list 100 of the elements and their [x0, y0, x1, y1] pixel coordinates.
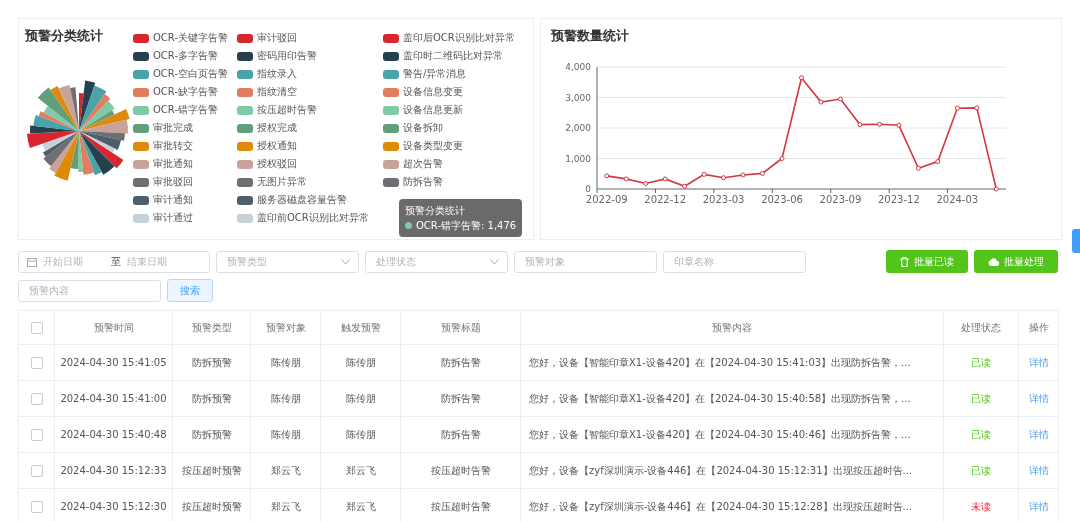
column-header: 预警类型	[172, 310, 251, 345]
details-link[interactable]: 详情	[1028, 392, 1049, 404]
cloud-upload-icon	[988, 257, 999, 266]
legend-label: 防拆告警	[403, 175, 443, 189]
data-point	[857, 122, 863, 128]
axis-tick-label: 2023-06	[761, 194, 803, 205]
table-cell: 2024-04-30 15:12:33	[54, 452, 173, 489]
legend-label: 审批转交	[153, 139, 193, 153]
table-cell: 2024-04-30 15:40:48	[54, 416, 173, 453]
legend-label: 设备信息更新	[403, 103, 463, 117]
data-point	[740, 172, 746, 178]
axis-tick-label: 4,000	[565, 62, 591, 72]
details-link[interactable]: 详情	[1028, 464, 1049, 476]
legend-label: 审计通过	[153, 211, 193, 225]
axis-tick-label: 3,000	[565, 92, 591, 103]
legend-label: OCR-缺字告警	[153, 85, 218, 99]
status-cell: 已读	[943, 380, 1019, 417]
checkbox[interactable]	[30, 392, 43, 405]
status-cell: 已读	[943, 344, 1019, 381]
date-input[interactable]: 开始日期	[43, 256, 105, 267]
table-cell: 您好，设备【智能印章X1-设备420】在【2024-04-30 15:40:46】出现防拆告警，...	[520, 416, 944, 453]
table-cell: 按压超时告警	[400, 452, 521, 489]
table-cell: 陈传朋	[320, 380, 401, 417]
legend-label: 盖印后OCR识别比对异常	[403, 31, 515, 45]
table-cell: 郑云飞	[250, 452, 321, 489]
details-link[interactable]: 详情	[1028, 500, 1049, 512]
table-cell: 陈传朋	[320, 344, 401, 381]
select-field[interactable]: 处理状态	[365, 250, 508, 273]
checkbox[interactable]	[30, 321, 43, 334]
axis-tick-label: 2023-03	[702, 194, 745, 205]
checkbox[interactable]	[30, 428, 43, 441]
data-point	[896, 122, 902, 128]
legend-label: 审批完成	[153, 121, 193, 135]
text-field[interactable]: 预警对象	[514, 250, 657, 273]
status-cell: 已读	[943, 416, 1019, 453]
column-header: 预警内容	[520, 310, 944, 345]
legend-label: 警告/异常消息	[403, 67, 467, 81]
table-cell: 陈传朋	[250, 416, 321, 453]
data-point	[682, 183, 688, 189]
text-field[interactable]: 印章名称	[663, 250, 806, 273]
data-point	[721, 175, 727, 181]
column-header: 触发预警	[320, 310, 401, 345]
legend-label: 设备信息变更	[403, 85, 463, 99]
process-button[interactable]: 批量处理	[974, 250, 1058, 273]
column-header: 预警标题	[400, 310, 521, 345]
axis-tick-label: 0	[585, 184, 591, 194]
table-cell: 陈传朋	[250, 344, 321, 381]
axis-tick-label: 2023-09	[819, 194, 862, 205]
date-range-field[interactable]: 开始日期 至 结束日期	[18, 250, 210, 273]
data-point	[993, 186, 999, 192]
table-cell: 郑云飞	[320, 452, 401, 489]
trash-icon	[900, 256, 909, 267]
column-header: 预警对象	[250, 310, 321, 345]
data-point	[604, 173, 610, 179]
text-field[interactable]: 预警内容	[18, 279, 161, 302]
table-cell: 陈传朋	[250, 380, 321, 417]
axis-tick-label: 1,000	[565, 153, 591, 164]
checkbox[interactable]	[30, 356, 43, 369]
legend-label: 按压超时告警	[257, 103, 317, 117]
side-tab-handle[interactable]	[1072, 229, 1080, 253]
table-cell: 您好，设备【智能印章X1-设备420】在【2024-04-30 15:41:03】出现防拆告警，...	[520, 344, 944, 381]
table-cell: 防拆预警	[172, 380, 251, 417]
data-point	[701, 171, 707, 177]
data-point	[623, 176, 629, 182]
calendar-icon	[27, 256, 37, 267]
card-title: 预警分类统计	[25, 27, 104, 45]
table-cell: 防拆预警	[172, 416, 251, 453]
table-cell: 您好，设备【zyf深圳演示-设备446】在【2024-04-30 15:12:31】出现按压超时告...	[520, 452, 944, 489]
legend-label: 设备拆卸	[403, 121, 443, 135]
axis-tick-label: 2023-12	[878, 194, 920, 205]
data-point	[915, 165, 921, 171]
legend-label: 设备类型变更	[403, 139, 463, 153]
table-cell: 防拆告警	[400, 344, 521, 381]
column-header: 预警时间	[54, 310, 173, 345]
select-field[interactable]: 预警类型	[216, 250, 359, 273]
details-link[interactable]: 详情	[1028, 428, 1049, 440]
legend-label: 盖印前OCR识别比对异常	[257, 211, 369, 225]
column-header: 处理状态	[943, 310, 1019, 345]
legend-label: OCR-多字告警	[153, 49, 218, 63]
table-cell: 陈传朋	[320, 416, 401, 453]
legend-label: OCR-关键字告警	[153, 31, 228, 45]
data-point	[799, 75, 804, 81]
date-input[interactable]: 结束日期	[127, 256, 189, 267]
legend-label: 审计驳回	[257, 31, 297, 45]
legend-label: 超次告警	[403, 157, 443, 171]
table-cell: 您好，设备【智能印章X1-设备420】在【2024-04-30 15:40:58】出现防拆告警，...	[520, 380, 944, 417]
legend-label: OCR-空白页告警	[153, 67, 228, 81]
legend-label: 审批通知	[153, 157, 193, 171]
checkbox[interactable]	[30, 500, 43, 513]
data-point	[837, 96, 843, 102]
data-point	[643, 181, 649, 186]
mark-read-button[interactable]: 批量已读	[886, 250, 968, 273]
table-cell: 2024-04-30 15:41:05	[54, 344, 173, 381]
data-point	[954, 105, 960, 111]
checkbox[interactable]	[30, 464, 43, 477]
legend-label: 盖印时二维码比对异常	[403, 49, 503, 63]
table-cell: 防拆预警	[172, 344, 251, 381]
tooltip-title: 预警分类统计	[405, 204, 466, 218]
details-link[interactable]: 详情	[1028, 356, 1049, 368]
search-button[interactable]: 搜索	[167, 279, 213, 302]
